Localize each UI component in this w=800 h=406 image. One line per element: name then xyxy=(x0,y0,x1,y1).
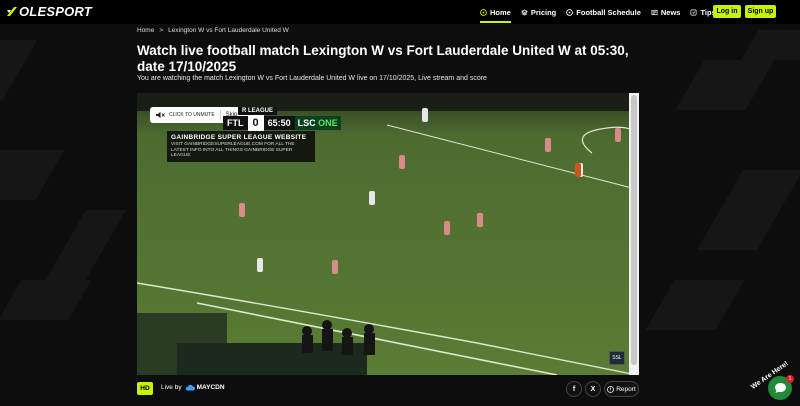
cloud-icon xyxy=(185,384,195,391)
league-strip: R LEAGUE xyxy=(238,107,278,115)
top-navbar: OLESPORT Home Pricing Football Schedule … xyxy=(0,0,800,24)
login-button[interactable]: Log in xyxy=(713,5,741,18)
score-value: 0 xyxy=(247,115,264,131)
page-subtitle: You are watching the match Lexington W v… xyxy=(137,75,487,82)
broadcaster-logo: LSC ONE xyxy=(294,116,341,130)
chat-notification-badge: 1 xyxy=(786,375,794,383)
page-title: Watch live football match Lexington W vs… xyxy=(137,43,629,74)
league-corner-logo: SSL xyxy=(609,351,625,365)
scrollbar-thumb[interactable] xyxy=(631,95,637,365)
main-nav: Home Pricing Football Schedule News Tips xyxy=(480,0,726,24)
nav-football-schedule-label: Football Schedule xyxy=(576,7,641,17)
video-player[interactable]: CLICK TO UNMUTE Skip R LEAGUE FTL 0 65:5… xyxy=(137,93,639,375)
chat-widget[interactable]: We Are Here! 1 xyxy=(748,360,798,406)
score-team: FTL xyxy=(223,116,248,130)
live-by-label: Live by xyxy=(161,384,182,391)
nav-home[interactable]: Home xyxy=(480,0,511,24)
promo-title: GAINBRIDGE SUPER LEAGUE WEBSITE xyxy=(171,134,307,141)
nav-news[interactable]: News xyxy=(651,0,681,24)
promo-banner: GAINBRIDGE SUPER LEAGUE WEBSITE VISIT GA… xyxy=(167,131,315,162)
mute-speaker-icon xyxy=(156,111,165,119)
nav-football-schedule[interactable]: Football Schedule xyxy=(566,0,641,24)
video-scrollbar[interactable] xyxy=(629,93,639,375)
unmute-label: CLICK TO UNMUTE xyxy=(169,112,215,118)
quality-badge[interactable]: HD xyxy=(137,382,153,395)
match-clock: 65:50 xyxy=(263,116,295,130)
breadcrumb-home[interactable]: Home xyxy=(137,27,154,34)
scoreboard: FTL 0 65:50 LSC ONE xyxy=(223,115,341,131)
nav-pricing-label: Pricing xyxy=(530,7,557,17)
breadcrumb-current: Lexington W vs Fort Lauderdale United W xyxy=(168,27,289,34)
live-by: Live by MAYCDN xyxy=(161,384,225,391)
newspaper-icon xyxy=(651,9,658,15)
site-logo[interactable]: OLESPORT xyxy=(6,4,92,19)
logo-text: OLESPORT xyxy=(19,4,92,19)
cdn-logo: MAYCDN xyxy=(185,384,225,391)
twitter-share-button[interactable]: X xyxy=(585,381,601,397)
promo-text: VISIT GAINBRIDGESUPERLEAGUE.COM FOR ALL … xyxy=(171,142,295,158)
breadcrumb-separator: > xyxy=(159,27,164,34)
unmute-divider xyxy=(219,110,221,120)
nav-home-label: Home xyxy=(490,7,511,17)
signup-button[interactable]: Sign up xyxy=(745,5,776,18)
broadcaster-left: LSC xyxy=(297,118,316,128)
facebook-share-button[interactable]: f xyxy=(566,381,582,397)
soccer-ball-icon xyxy=(480,8,487,16)
breadcrumb: Home > Lexington W vs Fort Lauderdale Un… xyxy=(137,27,289,34)
nav-pricing[interactable]: Pricing xyxy=(520,0,557,24)
report-button[interactable]: Report xyxy=(604,381,639,397)
broadcaster-right: ONE xyxy=(318,118,338,128)
facebook-icon: f xyxy=(572,385,576,393)
nav-news-label: News xyxy=(660,7,681,17)
tips-icon xyxy=(690,9,697,15)
x-twitter-icon: X xyxy=(590,385,596,393)
cdn-name: MAYCDN xyxy=(196,384,225,391)
chat-bubble-icon xyxy=(774,383,786,393)
report-icon xyxy=(607,385,615,393)
soccer-ball-icon xyxy=(566,8,574,16)
report-label: Report xyxy=(616,385,636,393)
layers-icon xyxy=(520,8,528,16)
nav-tips[interactable]: Tips xyxy=(690,0,716,24)
logo-mark-icon xyxy=(7,6,17,16)
